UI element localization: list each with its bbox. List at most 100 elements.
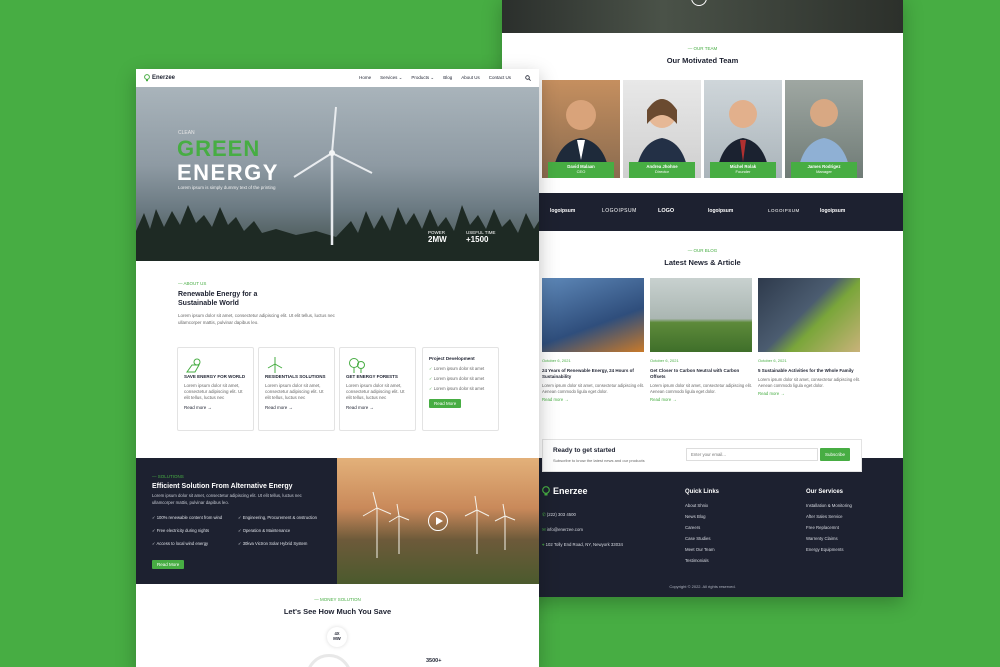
nav-about[interactable]: About Us	[461, 75, 480, 81]
partner-logo: logoipsum	[550, 208, 576, 214]
subscribe-button[interactable]: Subscribe	[820, 448, 851, 461]
footer-link[interactable]: Installation & Monitoring	[806, 500, 852, 511]
read-more-link[interactable]: Read more →	[265, 405, 328, 410]
post-date: October 6, 2021	[542, 358, 571, 363]
footer-link[interactable]: About Shnix	[685, 500, 719, 511]
team-card[interactable]: James Rodrigez Manager	[785, 80, 863, 178]
footer-link[interactable]: News Blog	[685, 511, 719, 522]
blog-post[interactable]: October 6, 2021 5 Sustainable Activities…	[758, 278, 860, 396]
post-title[interactable]: 5 Sustainable Activities for the Whole F…	[758, 368, 860, 374]
project-item: Lorem ipsum dolor sit amet	[433, 386, 485, 391]
team-card[interactable]: David Malaan CEO	[542, 80, 620, 178]
footer-link[interactable]: After Sales Service	[806, 511, 852, 522]
read-more-link[interactable]: Read more →	[184, 405, 247, 410]
partner-logo: logoipsum	[820, 208, 846, 214]
badge-bottom: MW	[333, 636, 341, 641]
feature-title: RESIDENTIALS SOLUTIONS	[265, 374, 326, 379]
services-links: Our Services Installation & Monitoring A…	[806, 487, 852, 555]
newsletter-title: Ready to get started	[553, 447, 616, 454]
hero-subtitle: Lorem ipsum is simply dummy text of the …	[178, 185, 276, 190]
feature-card[interactable]: RESIDENTIALS SOLUTIONS Lorem ipsum dolor…	[258, 347, 335, 431]
post-desc: Lorem ipsum dolor sit amet, consectetur …	[758, 377, 860, 388]
footer-phone[interactable]: (222) 303 4500	[547, 512, 576, 517]
wind-turbine-graphic	[293, 106, 373, 245]
nav-blog[interactable]: Blog	[443, 75, 452, 81]
newsletter-subtitle: Subscribe to know the latest news and ou…	[553, 458, 645, 463]
post-title[interactable]: Get Closer to Carbon Neutral with Carbon…	[650, 368, 752, 380]
email-input[interactable]	[686, 448, 818, 461]
member-role: Director	[654, 169, 669, 174]
money-eyebrow: — MONEY SOLUTION	[314, 597, 361, 602]
search-icon[interactable]	[525, 75, 531, 81]
post-date: October 6, 2021	[650, 358, 679, 363]
solutions-title: Efficient Solution From Alternative Ener…	[152, 483, 293, 490]
read-more-link[interactable]: Read more →	[758, 391, 860, 396]
footer-email[interactable]: info@enerzee.com	[547, 527, 583, 532]
project-read-more-button[interactable]: Read More	[429, 399, 462, 408]
partner-logo: LOGOIPSUM	[602, 208, 637, 214]
copyright: Copyright © 2022. All rights reserved.	[669, 584, 736, 589]
quick-links-title: Quick Links	[685, 489, 720, 495]
hero-title-white: ENERGY	[177, 160, 279, 185]
footer-brand-name: Enerzee	[553, 486, 588, 496]
savings-badge: 4X MW	[327, 627, 347, 647]
post-desc: Lorem ipsum dolor sit amet, consectetur …	[650, 383, 752, 394]
blog-title: Latest News & Article	[664, 258, 741, 267]
partner-logo: LOGO	[658, 208, 675, 214]
read-more-link[interactable]: Read more →	[346, 405, 409, 410]
team-card[interactable]: Andrea Jhohne Director	[623, 80, 701, 178]
footer-link[interactable]: Free Replacemnt	[806, 522, 852, 533]
nav-contact[interactable]: Contact Us	[489, 75, 511, 81]
quick-links: Quick Links About Shnix News Blog Career…	[685, 487, 719, 566]
solar-sun-icon	[186, 358, 201, 373]
blog-post[interactable]: October 6, 2021 24 Years of Renewable En…	[542, 278, 644, 402]
nav-services[interactable]: Services ⌄	[380, 75, 402, 81]
footer-link[interactable]: Careers	[685, 522, 719, 533]
solutions-read-more-button[interactable]: Read More	[152, 560, 185, 569]
project-card: Project Development ✓ Lorem ipsum dolor …	[422, 347, 499, 431]
check-item: Operation & Maintenance	[242, 528, 291, 533]
footer-link[interactable]: Meet Our Team	[685, 544, 719, 555]
hero-banner: CLEAN GREEN ENERGY Lorem ipsum is simply…	[136, 87, 539, 261]
nav-products[interactable]: Products ⌄	[411, 75, 434, 81]
navbar: Enerzee Home Services ⌄ Products ⌄ Blog …	[136, 69, 539, 87]
check-item: 30kva Victron Solar Hybrid System	[242, 541, 308, 546]
feature-card[interactable]: GET ENERGY FORESTS Lorem ipsum dolor sit…	[339, 347, 416, 431]
about-title: Renewable Energy for a Sustainable World	[178, 291, 258, 307]
about-text: Lorem ipsum dolor sit amet, consectetur …	[178, 313, 335, 325]
read-more-link[interactable]: Read more →	[542, 397, 644, 402]
footer-link[interactable]: Testimonials	[685, 555, 719, 566]
project-item: Lorem ipsum dolor sit amet	[433, 366, 485, 371]
left-page-mockup: Enerzee Home Services ⌄ Products ⌄ Blog …	[136, 69, 539, 667]
footer-link[interactable]: Warrenty Claims	[806, 533, 852, 544]
footer-link[interactable]: Case Studies	[685, 533, 719, 544]
tree-icon	[349, 358, 365, 373]
newsletter-box: Ready to get started Subscribe to know t…	[542, 439, 862, 472]
nav-home[interactable]: Home	[359, 75, 371, 81]
stat-value: +1500	[466, 235, 489, 244]
team-card[interactable]: Michel Rolak Founder	[704, 80, 782, 178]
solutions-checks-right: ✓ Engineering, Procurement & onstruction…	[238, 515, 317, 546]
feature-title: SAVE ENERGY FOR WORLD	[184, 374, 246, 379]
nav-logo[interactable]: Enerzee	[144, 74, 175, 82]
read-more-link[interactable]: Read more →	[650, 397, 752, 402]
blog-post[interactable]: October 6, 2021 Get Closer to Carbon Neu…	[650, 278, 752, 402]
brand-name: Enerzee	[152, 75, 176, 81]
check-item: 100% renewable content from wind	[156, 515, 223, 520]
bulb-icon	[144, 74, 150, 82]
check-item: Engineering, Procurement & onstruction	[242, 515, 317, 520]
bulb-icon	[542, 486, 550, 496]
play-button[interactable]	[428, 511, 448, 531]
feature-card[interactable]: SAVE ENERGY FOR WORLD Lorem ipsum dolor …	[177, 347, 254, 431]
wind-farm-video[interactable]	[337, 458, 539, 584]
feature-desc: Lorem ipsum dolor sit amet, consectetur …	[346, 383, 405, 400]
partner-logo: LOGOIPSUM	[768, 208, 800, 213]
services-title: Our Services	[806, 489, 844, 495]
footer-link[interactable]: Energy Equipments	[806, 544, 852, 555]
solutions-text: Lorem ipsum dolor sit amet, consectetur …	[152, 493, 302, 505]
play-button[interactable]	[691, 0, 707, 6]
post-title[interactable]: 24 Years of Renewable Energy, 24 Hours o…	[542, 368, 644, 380]
team-title: Our Motivated Team	[666, 56, 739, 65]
feature-desc: Lorem ipsum dolor sit amet, consectetur …	[184, 383, 243, 400]
feature-title: GET ENERGY FORESTS	[346, 374, 398, 379]
